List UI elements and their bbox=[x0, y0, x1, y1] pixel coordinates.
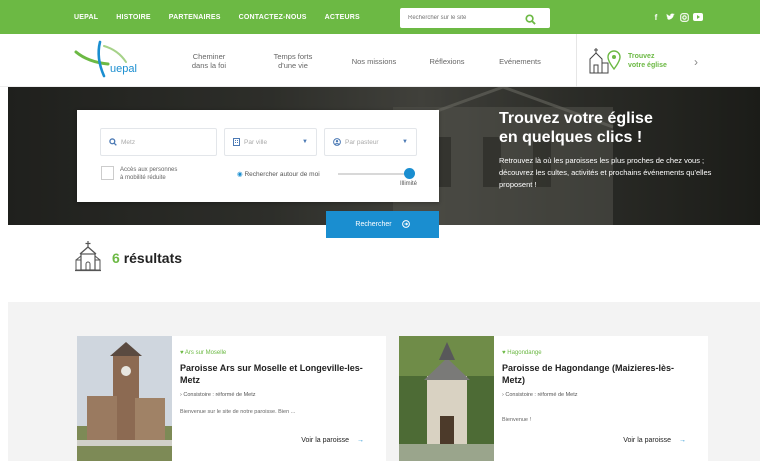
top-nav-partenaires[interactable]: PARTENAIRES bbox=[169, 14, 221, 21]
card-title[interactable]: Paroisse de Hagondange (Maizieres-lès-Me… bbox=[502, 362, 692, 386]
map-pin-icon: ♥ bbox=[502, 350, 506, 356]
location-value: Metz bbox=[121, 138, 136, 146]
hero-subtitle: Retrouvez là où les paroisses les plus p… bbox=[499, 156, 712, 189]
church-search-form bbox=[77, 110, 439, 202]
card-title[interactable]: Paroisse Ars sur Moselle et Longeville-l… bbox=[180, 362, 370, 386]
top-bar: UEPAL HISTOIRE PARTENAIRES CONTACTEZ-NOU… bbox=[0, 0, 760, 34]
card-more-label: Voir la paroisse bbox=[623, 437, 672, 444]
accessibility-label-line2: à mobilité réduite bbox=[120, 175, 166, 181]
chevron-right-icon: › bbox=[180, 392, 182, 398]
church-photo bbox=[77, 336, 172, 461]
find-church-line2: votre église bbox=[628, 62, 667, 69]
nav-reflexions[interactable]: Réflexions bbox=[424, 57, 470, 66]
card-location: ♥ Ars sur Moselle bbox=[180, 350, 226, 356]
accessibility-checkbox[interactable] bbox=[101, 166, 114, 180]
radius-slider-track[interactable] bbox=[338, 173, 410, 175]
card-consistoire: › Consistoire : réformé de Metz bbox=[502, 392, 578, 398]
results-count: 6 résultats bbox=[112, 250, 182, 266]
pastor-select[interactable]: Par pasteur ▼ bbox=[324, 128, 417, 156]
card-consistoire-text: Consistoire : réformé de Metz bbox=[183, 392, 256, 398]
map-pin-icon: ♥ bbox=[180, 350, 184, 356]
arrow-right-icon: → bbox=[679, 437, 686, 444]
nav-temps-forts-line1: Temps forts bbox=[273, 52, 313, 61]
church-icon bbox=[74, 240, 102, 277]
search-icon[interactable] bbox=[525, 12, 536, 30]
radius-limit-label: Illimité bbox=[400, 181, 418, 187]
pastor-placeholder: Par pasteur bbox=[345, 138, 379, 146]
results-heading: 6 résultats bbox=[74, 240, 182, 277]
city-placeholder: Par ville bbox=[244, 138, 268, 146]
search-button[interactable]: Rechercher bbox=[326, 211, 439, 238]
chevron-right-icon[interactable]: › bbox=[694, 55, 698, 69]
top-nav-contact[interactable]: CONTACTEZ-NOUS bbox=[239, 14, 307, 21]
nav-temps-forts-line2: d'une vie bbox=[278, 61, 308, 70]
accessibility-label-line1: Accès aux personnes bbox=[120, 167, 178, 173]
chevron-right-icon: › bbox=[502, 392, 504, 398]
arrow-right-icon: → bbox=[357, 437, 364, 444]
card-location-text: Ars sur Moselle bbox=[184, 350, 227, 356]
card-consistoire: › Consistoire : réformé de Metz bbox=[180, 392, 256, 398]
geo-label-text: Rechercher autour de moi bbox=[244, 171, 320, 178]
facebook-icon[interactable]: f bbox=[651, 12, 661, 22]
results-label: résultats bbox=[123, 250, 183, 266]
top-nav: UEPAL HISTOIRE PARTENAIRES CONTACTEZ-NOU… bbox=[74, 14, 378, 21]
find-church-line1: Trouvez bbox=[628, 53, 655, 60]
location-field[interactable]: Metz bbox=[100, 128, 217, 156]
top-nav-histoire[interactable]: HISTOIRE bbox=[116, 14, 151, 21]
geo-search-toggle[interactable]: ◉ Rechercher autour de moi bbox=[237, 170, 320, 178]
site-search-input[interactable] bbox=[408, 15, 518, 21]
radius-slider-knob[interactable] bbox=[404, 168, 415, 179]
building-icon bbox=[233, 133, 240, 151]
card-more-link[interactable]: Voir la paroisse → bbox=[623, 437, 686, 444]
card-consistoire-text: Consistoire : réformé de Metz bbox=[505, 392, 578, 398]
arrow-right-circle-icon bbox=[401, 219, 410, 230]
target-icon: ◉ bbox=[237, 171, 243, 178]
church-icon bbox=[584, 45, 624, 80]
city-select[interactable]: Par ville ▼ bbox=[224, 128, 317, 156]
hero-title: Trouvez votre église en quelques clics ! bbox=[499, 109, 653, 147]
top-nav-acteurs[interactable]: ACTEURS bbox=[325, 14, 360, 21]
instagram-icon[interactable] bbox=[679, 12, 689, 22]
site-search bbox=[400, 8, 550, 28]
nav-cheminer-line1: Cheminer bbox=[192, 52, 226, 61]
find-church-label: Trouvez votre église bbox=[628, 52, 667, 70]
youtube-icon[interactable] bbox=[693, 12, 703, 22]
nav-temps-forts[interactable]: Temps forts d'une vie bbox=[266, 52, 320, 70]
card-location: ♥ Hagondange bbox=[502, 350, 542, 356]
chevron-down-icon: ▼ bbox=[302, 139, 308, 145]
card-excerpt: Bienvenue sur le site de notre paroisse.… bbox=[180, 409, 296, 415]
accessibility-label: Accès aux personnes à mobilité réduite bbox=[120, 166, 177, 182]
hero-title-line2: en quelques clics ! bbox=[499, 129, 643, 146]
nav-cheminer-line2: dans la foi bbox=[191, 61, 227, 70]
result-card[interactable]: ♥ Ars sur Moselle Paroisse Ars sur Mosel… bbox=[77, 336, 386, 461]
card-location-text: Hagondange bbox=[507, 350, 542, 356]
chevron-down-icon: ▼ bbox=[402, 139, 408, 145]
logo-text: uepal bbox=[110, 63, 137, 75]
card-more-label: Voir la paroisse bbox=[301, 437, 350, 444]
hero-title-line1: Trouvez votre église bbox=[499, 110, 653, 127]
nav-evenements[interactable]: Evénements bbox=[494, 57, 546, 66]
user-icon bbox=[333, 133, 341, 151]
results-number: 6 bbox=[112, 250, 120, 266]
nav-cheminer[interactable]: Cheminer dans la foi bbox=[186, 52, 232, 70]
search-icon bbox=[109, 133, 117, 151]
social-links: f bbox=[651, 12, 707, 22]
top-nav-uepal[interactable]: UEPAL bbox=[74, 14, 98, 21]
search-button-label: Rechercher bbox=[355, 221, 392, 228]
result-card[interactable]: ♥ Hagondange Paroisse de Hagondange (Mai… bbox=[399, 336, 708, 461]
church-photo bbox=[399, 336, 494, 461]
card-more-link[interactable]: Voir la paroisse → bbox=[301, 437, 364, 444]
card-excerpt: Bienvenue ! bbox=[502, 417, 532, 423]
twitter-icon[interactable] bbox=[665, 12, 675, 22]
nav-missions[interactable]: Nos missions bbox=[346, 57, 402, 66]
